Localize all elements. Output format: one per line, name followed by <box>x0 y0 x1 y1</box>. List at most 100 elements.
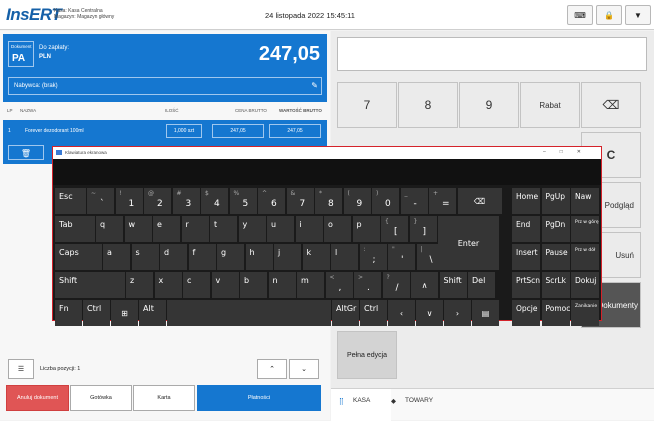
key-bracket-close[interactable]: }] <box>409 216 437 242</box>
document-type-box[interactable]: Dokument PA <box>8 41 34 67</box>
input-display[interactable] <box>337 37 647 71</box>
key-1[interactable]: ~ ` <box>87 188 114 214</box>
key-altgr[interactable]: AltGr <box>332 300 359 326</box>
key-home[interactable]: Home <box>512 188 540 214</box>
key-s[interactable]: s <box>131 244 159 270</box>
cancel-document-button[interactable]: Anuluj dokument <box>6 385 69 411</box>
key-pgdn[interactable]: PgDn <box>541 216 570 242</box>
key-end[interactable]: End <box>512 216 540 242</box>
key-enter[interactable]: Enter <box>438 216 499 270</box>
delete-row-button[interactable]: 🗑 <box>8 145 44 160</box>
key-z[interactable]: z <box>126 272 153 298</box>
key-backslash[interactable]: | \ <box>416 244 444 270</box>
key-ctrl-left[interactable]: Ctrl <box>83 300 110 326</box>
key-x[interactable]: x <box>154 272 182 298</box>
scroll-down-button[interactable]: ⌄ <box>289 359 319 379</box>
key-quote[interactable]: " ' <box>388 244 415 270</box>
payments-button[interactable]: Płatności <box>197 385 321 411</box>
key-d[interactable]: d <box>160 244 187 270</box>
key-g[interactable]: g <box>217 244 244 270</box>
key-scrlk[interactable]: ScrLk <box>541 272 570 298</box>
key-7[interactable]: 7 <box>337 82 397 128</box>
key-u[interactable]: u <box>267 216 294 242</box>
key-bracket-open[interactable]: {[ <box>381 216 408 242</box>
key-l[interactable]: l <box>331 244 358 270</box>
key-a[interactable]: a <box>103 244 130 270</box>
key-pomoc[interactable]: Pomoc <box>541 300 570 326</box>
key-t[interactable]: t <box>210 216 237 242</box>
key-8[interactable]: & 7 <box>286 188 314 214</box>
key-9[interactable]: * 8 <box>315 188 342 214</box>
key-8[interactable]: 8 <box>398 82 458 128</box>
key-semicolon[interactable]: :; <box>359 244 387 270</box>
key-v[interactable]: v <box>211 272 239 298</box>
key-pause[interactable]: Pause <box>541 244 570 270</box>
key-menu[interactable]: ▤ <box>472 300 499 326</box>
key-9[interactable]: 9 <box>459 82 519 128</box>
tab-towary[interactable]: ◆ TOWARY <box>391 389 461 421</box>
key-f[interactable]: f <box>188 244 216 270</box>
key-del[interactable]: Del <box>468 272 495 298</box>
key-y[interactable]: y <box>238 216 266 242</box>
key-shift-right[interactable]: Shift <box>439 272 467 298</box>
key-n[interactable]: n <box>268 272 296 298</box>
key-prz-w-dół[interactable]: Prz w dół <box>571 244 599 270</box>
key-w[interactable]: w <box>124 216 152 242</box>
key-12[interactable]: _ - <box>400 188 428 214</box>
key-fn[interactable]: Fn <box>55 300 82 326</box>
full-edit-button[interactable]: Pełna edycja <box>337 331 397 379</box>
key-3[interactable]: @2 <box>144 188 171 214</box>
row-qty[interactable]: 1,000 szt <box>166 124 202 138</box>
key-7[interactable]: ^ 6 <box>258 188 285 214</box>
window-controls[interactable]: –□✕ <box>543 149 595 155</box>
tab-kasa[interactable]: ⣿ KASA <box>331 389 391 421</box>
key-comma[interactable]: <, <box>325 272 353 298</box>
key-j[interactable]: j <box>274 244 301 270</box>
key-11[interactable]: ) 0 <box>372 188 399 214</box>
key-backspace[interactable]: ⌫ <box>457 188 502 214</box>
key-r[interactable]: r <box>181 216 209 242</box>
key-right[interactable]: › <box>444 300 471 326</box>
backspace-button[interactable]: ⌫ <box>581 82 641 128</box>
key-6[interactable]: % 5 <box>229 188 257 214</box>
key-tab[interactable]: Tab <box>55 216 95 242</box>
key-pgup[interactable]: PgUp <box>541 188 570 214</box>
key-p[interactable]: p <box>352 216 380 242</box>
key-esc[interactable]: Esc <box>55 188 86 214</box>
cash-button[interactable]: Gotówka <box>70 385 132 411</box>
keyboard-button[interactable]: ⌨ <box>567 5 593 25</box>
key-up[interactable]: ∧ <box>411 272 438 298</box>
key-b[interactable]: b <box>240 272 267 298</box>
key-opcje[interactable]: Opcje <box>512 300 540 326</box>
key-o[interactable]: o <box>324 216 351 242</box>
menu-button[interactable]: ▼ <box>625 5 651 25</box>
key-e[interactable]: e <box>153 216 180 242</box>
edit-icon[interactable]: ✎ <box>311 81 318 90</box>
key-2[interactable]: ! 1 <box>115 188 143 214</box>
key-down[interactable]: ∨ <box>416 300 443 326</box>
key-dokuj[interactable]: Dokuj <box>571 272 599 298</box>
key-shift-left[interactable]: Shift <box>55 272 125 298</box>
lock-button[interactable]: 🔒 <box>596 5 622 25</box>
key-m[interactable]: m <box>297 272 324 298</box>
osk-titlebar[interactable]: Klawiatura ekranowa –□✕ <box>53 147 601 159</box>
table-row[interactable]: 1 Forever dezodorant 100ml 1,000 szt 247… <box>3 120 327 142</box>
list-options-button[interactable]: ☰ <box>8 359 34 379</box>
key-space[interactable] <box>167 300 331 326</box>
key-naw[interactable]: Naw <box>571 188 599 214</box>
discount-button[interactable]: Rabat <box>520 82 580 128</box>
key-c[interactable]: c <box>183 272 210 298</box>
key-5[interactable]: $4 <box>201 188 228 214</box>
key-i[interactable]: i <box>295 216 323 242</box>
key-left[interactable]: ‹ <box>388 300 415 326</box>
scroll-up-button[interactable]: ⌃ <box>257 359 287 379</box>
key-k[interactable]: k <box>302 244 330 270</box>
key-4[interactable]: #3 <box>172 188 200 214</box>
key-13[interactable]: + = <box>429 188 456 214</box>
key-alt[interactable]: Alt <box>139 300 166 326</box>
key-insert[interactable]: Insert <box>512 244 540 270</box>
card-button[interactable]: Karta <box>133 385 195 411</box>
key-10[interactable]: (9 <box>343 188 371 214</box>
key-q[interactable]: q <box>96 216 123 242</box>
key-period[interactable]: >. <box>354 272 381 298</box>
